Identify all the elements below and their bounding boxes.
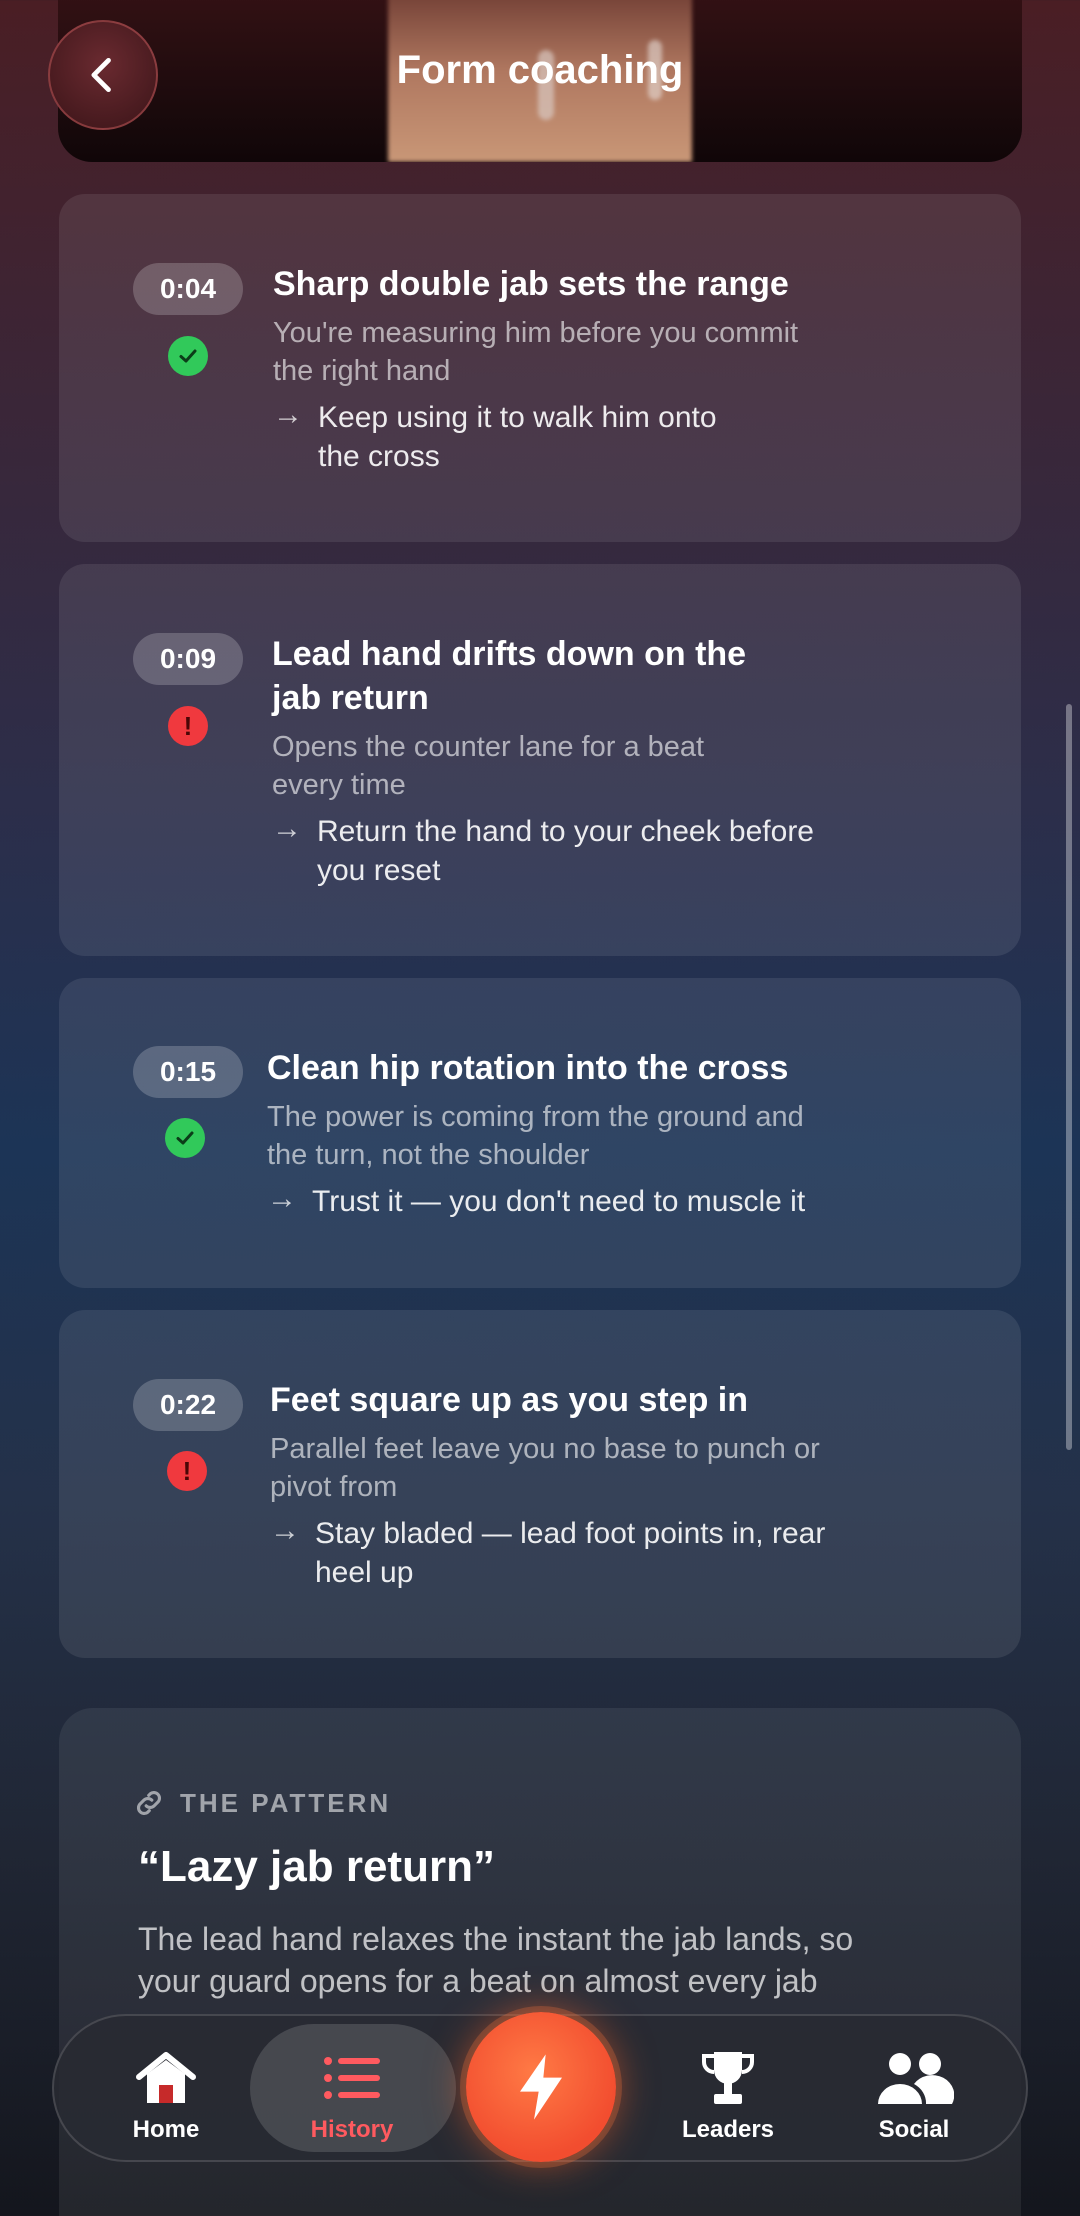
arrow-right-icon: → <box>273 398 303 431</box>
tab-history-label: History <box>310 2116 394 2143</box>
people-icon <box>874 2048 954 2108</box>
pattern-label-row: THE PATTERN <box>132 1786 391 1820</box>
check-icon <box>168 336 208 376</box>
link-icon <box>136 1790 162 1816</box>
card-tip: Keep using it to walk him onto <box>318 401 717 434</box>
tab-history[interactable]: History <box>272 2032 432 2144</box>
check-icon <box>165 1118 205 1158</box>
card-description: the right hand <box>273 355 451 387</box>
quick-record-button[interactable] <box>466 2012 616 2162</box>
card-tip: Stay bladed — lead foot points in, rear <box>315 1517 826 1550</box>
card-description: Parallel feet leave you no base to punch… <box>270 1433 820 1465</box>
alert-icon: ! <box>167 1451 207 1491</box>
card-tip: Return the hand to your cheek before <box>317 815 814 848</box>
card-tip: you reset <box>317 854 441 887</box>
card-description: The power is coming from the ground and <box>267 1101 804 1133</box>
card-title: Lead hand drifts down on the <box>272 635 747 673</box>
card-tip: the cross <box>318 440 440 473</box>
tab-home-label: Home <box>132 2116 200 2143</box>
pattern-label: THE PATTERN <box>180 1787 392 1818</box>
timestamp-badge[interactable]: 0:09 <box>133 633 243 685</box>
page-title: Form coaching <box>396 48 684 92</box>
card-description: Opens the counter lane for a beat <box>272 731 705 763</box>
alert-icon: ! <box>168 706 208 746</box>
arrow-right-icon: → <box>272 812 302 845</box>
timestamp-badge[interactable]: 0:15 <box>133 1046 243 1098</box>
list-icon <box>322 2048 382 2108</box>
feedback-card[interactable] <box>59 1310 1021 1658</box>
card-title: Clean hip rotation into the cross <box>267 1049 789 1087</box>
arrow-right-icon: → <box>267 1182 297 1215</box>
card-description: You're measuring him before you commit <box>273 317 799 349</box>
card-tip: Trust it — you don't need to muscle it <box>312 1185 806 1218</box>
tab-social-label: Social <box>878 2116 950 2143</box>
trophy-icon <box>698 2048 758 2108</box>
pattern-description: The lead hand relaxes the instant the ja… <box>138 1918 958 2002</box>
timestamp-badge[interactable]: 0:04 <box>133 263 243 315</box>
card-description: pivot from <box>270 1471 398 1503</box>
tab-leaders[interactable]: Leaders <box>648 2032 808 2144</box>
pattern-text-line: your guard opens for a beat on almost ev… <box>138 1963 818 1999</box>
scrollbar[interactable] <box>1066 704 1072 1450</box>
tab-leaders-label: Leaders <box>681 2116 775 2143</box>
card-description: every time <box>272 769 406 801</box>
arrow-right-icon: → <box>270 1514 300 1547</box>
tab-home[interactable]: Home <box>86 2032 246 2144</box>
card-description: the turn, not the shoulder <box>267 1139 590 1171</box>
lightning-icon <box>520 2054 562 2120</box>
pattern-text-line: The lead hand relaxes the instant the ja… <box>138 1921 854 1957</box>
card-tip: heel up <box>315 1556 414 1589</box>
card-title: Feet square up as you step in <box>270 1381 749 1419</box>
pattern-title: “Lazy jab return” <box>138 1842 495 1891</box>
tab-social[interactable]: Social <box>834 2032 994 2144</box>
card-title: Sharp double jab sets the range <box>273 265 789 303</box>
home-icon <box>133 2048 199 2108</box>
timestamp-badge[interactable]: 0:22 <box>133 1379 243 1431</box>
card-title: jab return <box>272 679 429 717</box>
